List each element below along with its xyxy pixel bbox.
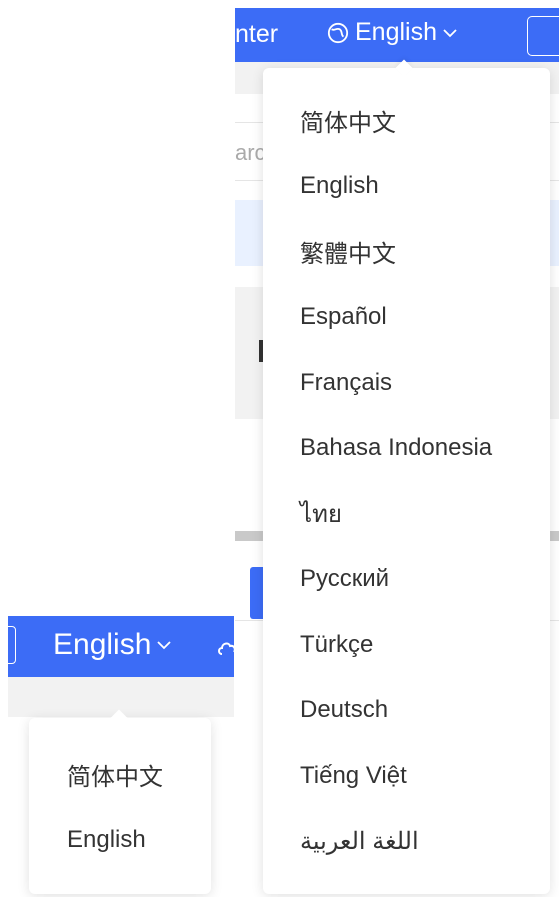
top-header-bar: nter English	[235, 8, 559, 62]
language-option-en[interactable]: English	[29, 807, 211, 873]
language-option-en[interactable]: English	[263, 154, 550, 220]
language-option-zh-cn[interactable]: 简体中文	[263, 88, 550, 154]
language-dropdown-menu-small: 简体中文 English	[29, 718, 211, 894]
help-center-link-fragment[interactable]: nter	[235, 20, 278, 49]
language-selector[interactable]: English	[327, 18, 457, 47]
language-selector[interactable]: English	[53, 628, 172, 662]
search-input-fragment[interactable]: arc	[235, 140, 266, 166]
top-header-bar: English	[8, 616, 234, 677]
language-dropdown-menu: 简体中文 English 繁體中文 Español Français Bahas…	[263, 68, 550, 894]
globe-icon	[327, 22, 349, 43]
cloud-icon[interactable]	[216, 636, 234, 660]
language-option-de[interactable]: Deutsch	[263, 678, 550, 744]
language-option-ru[interactable]: Русский	[263, 547, 550, 613]
language-selector-label: English	[355, 18, 437, 46]
language-option-fr[interactable]: Français	[263, 350, 550, 416]
chevron-down-icon	[443, 28, 457, 37]
language-option-es[interactable]: Español	[263, 285, 550, 351]
language-option-vi[interactable]: Tiếng Việt	[263, 743, 550, 809]
header-button-fragment[interactable]	[8, 626, 16, 664]
language-option-tr[interactable]: Türkçe	[263, 612, 550, 678]
language-option-id[interactable]: Bahasa Indonesia	[263, 416, 550, 482]
language-option-th[interactable]: ไทย	[263, 481, 550, 547]
header-button[interactable]	[527, 16, 559, 56]
language-option-ar[interactable]: اللغة العربية	[263, 809, 550, 875]
language-option-zh-tw[interactable]: 繁體中文	[263, 219, 550, 285]
chevron-down-icon	[157, 641, 172, 650]
language-option-zh-cn[interactable]: 简体中文	[29, 741, 211, 807]
language-selector-label: English	[53, 628, 152, 661]
